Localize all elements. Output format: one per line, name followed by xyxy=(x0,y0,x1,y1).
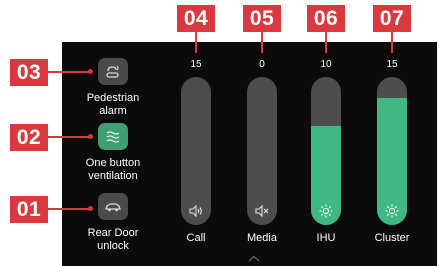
call-volume-value: 15 xyxy=(190,59,202,70)
label-line: Pedestrian xyxy=(86,92,140,104)
pedestrian-alarm-label: Pedestrian alarm xyxy=(58,92,168,118)
media-volume-slider[interactable] xyxy=(247,77,277,225)
cluster-brightness-value: 15 xyxy=(386,59,398,70)
ihu-label: IHU xyxy=(316,232,336,244)
ventilation-label: One button ventilation xyxy=(58,157,168,183)
callout-06: 06 xyxy=(307,5,345,32)
leader-line xyxy=(325,32,327,53)
leader-line xyxy=(391,32,393,53)
rear-door-control: Rear Door unlock xyxy=(58,193,168,253)
ventilation-button[interactable] xyxy=(98,123,128,150)
media-label: Media xyxy=(247,232,277,244)
pedestrian-alarm-button[interactable] xyxy=(98,58,128,85)
callout-05: 05 xyxy=(243,5,281,32)
cluster-label: Cluster xyxy=(374,232,410,244)
call-label: Call xyxy=(186,232,206,244)
ihu-brightness-slider[interactable] xyxy=(311,77,341,225)
label-line: Rear Door xyxy=(87,227,139,239)
rear-door-car-icon xyxy=(105,202,121,211)
speaker-icon xyxy=(181,204,211,218)
chevron-up-icon[interactable] xyxy=(248,255,260,262)
callout-03: 03 xyxy=(10,59,48,86)
callout-04: 04 xyxy=(177,5,215,32)
brightness-icon xyxy=(377,204,407,218)
leader-line xyxy=(261,32,263,53)
speaker-muted-icon xyxy=(247,204,277,218)
ventilation-control: One button ventilation xyxy=(58,123,168,183)
callout-02: 02 xyxy=(10,124,48,151)
callout-01: 01 xyxy=(10,196,48,223)
media-volume-value: 0 xyxy=(259,59,265,70)
label-line: alarm xyxy=(99,105,127,117)
leader-line xyxy=(195,32,197,53)
brightness-icon xyxy=(311,204,341,218)
pedestrian-alarm-control: Pedestrian alarm xyxy=(58,58,168,118)
label-line: ventilation xyxy=(88,170,138,182)
label-line: unlock xyxy=(97,240,129,252)
callout-07: 07 xyxy=(373,5,411,32)
rear-door-unlock-button[interactable] xyxy=(98,193,128,220)
pedestrian-alarm-icon xyxy=(106,65,119,78)
cluster-brightness-slider[interactable] xyxy=(377,77,407,225)
call-volume-slider[interactable] xyxy=(181,77,211,225)
label-line: One button xyxy=(85,157,141,169)
ihu-brightness-value: 10 xyxy=(320,59,332,70)
ventilation-icon xyxy=(106,130,120,143)
rear-door-label: Rear Door unlock xyxy=(58,227,168,253)
